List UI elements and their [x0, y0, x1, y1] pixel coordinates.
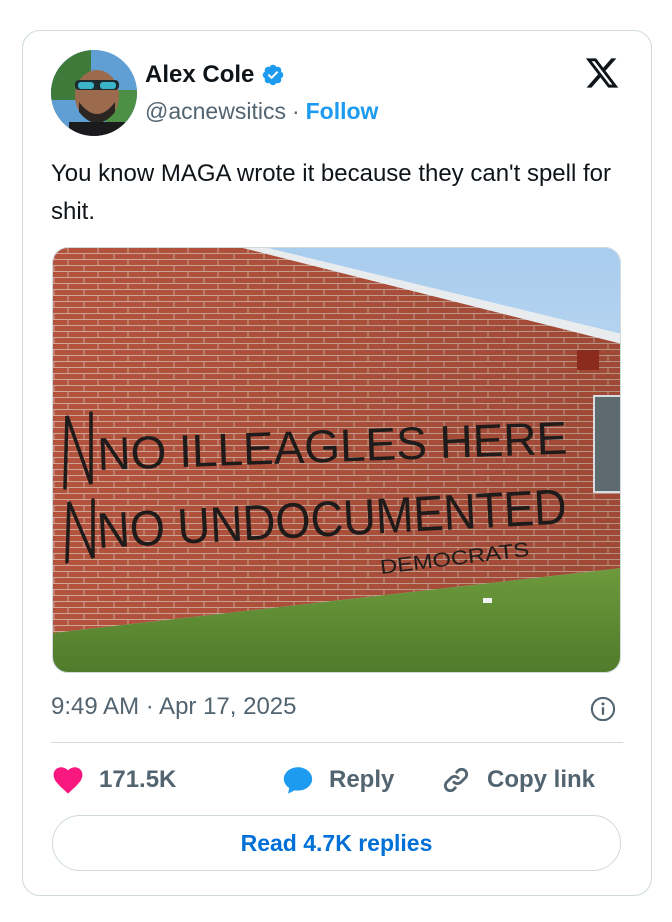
tweet-card: Alex Cole @acnewsitics · Follow You know… — [22, 30, 652, 896]
reply-label: Reply — [329, 766, 395, 793]
follow-button[interactable]: Follow — [306, 98, 379, 125]
x-logo-icon[interactable] — [583, 55, 621, 91]
author-handle-row: @acnewsitics · Follow — [145, 98, 378, 125]
copy-link-label: Copy link — [487, 766, 596, 793]
read-replies-button[interactable]: Read 4.7K replies — [52, 815, 621, 871]
divider — [51, 742, 623, 743]
tweet-timestamp[interactable]: 9:49 AM · Apr 17, 2025 — [51, 693, 297, 721]
reply-button[interactable]: Reply — [281, 763, 439, 797]
tweet-text: You know MAGA wrote it because they can'… — [51, 160, 611, 225]
like-count: 171.5K — [99, 766, 177, 793]
info-icon[interactable] — [589, 695, 617, 723]
graffiti-wall-photo: NO ILLEAGLES HERE NO UNDOCUMENTED DEMOCR… — [53, 248, 620, 672]
copy-link-button[interactable]: Copy link — [439, 763, 595, 797]
avatar-image — [51, 50, 137, 136]
link-icon — [443, 767, 469, 793]
heart-icon — [53, 767, 83, 794]
tweet-photo[interactable]: NO ILLEAGLES HERE NO UNDOCUMENTED DEMOCR… — [52, 247, 621, 673]
avatar[interactable] — [51, 50, 137, 136]
action-bar: 171.5K Reply Copy link — [51, 761, 595, 799]
separator-dot: · — [291, 98, 300, 124]
reply-bubble-icon — [283, 767, 313, 794]
author-name-row: Alex Cole — [145, 61, 285, 89]
author-handle[interactable]: @acnewsitics — [145, 98, 286, 125]
author-name[interactable]: Alex Cole — [145, 61, 254, 89]
verified-badge-icon — [263, 64, 284, 86]
like-button[interactable]: 171.5K — [51, 763, 281, 797]
